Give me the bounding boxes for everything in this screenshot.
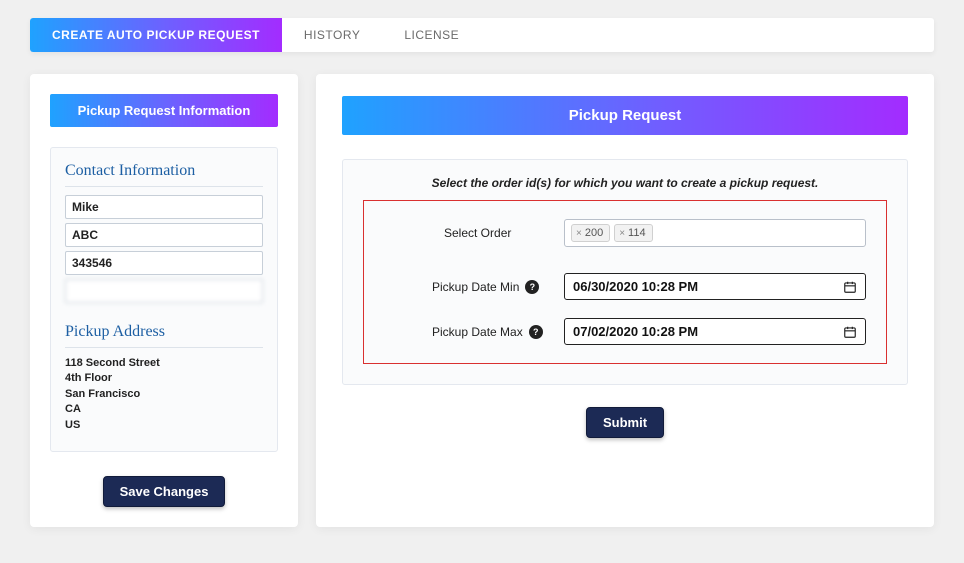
remove-tag-icon[interactable]: × [576,228,582,239]
tab-license[interactable]: LICENSE [382,18,481,52]
save-changes-button[interactable]: Save Changes [103,476,226,507]
help-icon[interactable]: ? [529,325,543,339]
sidebar-card: Pickup Request Information Contact Infor… [30,74,298,527]
address-line2: 4th Floor [65,371,263,386]
address-city: San Francisco [65,387,263,402]
order-tag[interactable]: ×114 [614,224,652,242]
contact-phone-input[interactable] [65,251,263,275]
select-order-label: Select Order [444,226,511,240]
main-banner: Pickup Request [342,96,908,135]
main-card: Pickup Request Select the order id(s) fo… [316,74,934,527]
calendar-icon[interactable] [843,325,857,339]
remove-tag-icon[interactable]: × [619,228,625,239]
instruction-text: Select the order id(s) for which you wan… [363,176,887,190]
submit-button[interactable]: Submit [586,407,664,438]
pickup-date-min-input[interactable]: 06/30/2020 10:28 PM [564,273,866,300]
tab-create-auto-pickup-request[interactable]: CREATE AUTO PICKUP REQUEST [30,18,282,52]
highlighted-form-area: Select Order ×200 ×114 Pickup Date Min ? [363,200,887,364]
pickup-date-min-value: 06/30/2020 10:28 PM [573,279,698,294]
contact-panel: Contact Information Pickup Address 118 S… [50,147,278,452]
tab-history[interactable]: HISTORY [282,18,382,52]
select-order-input[interactable]: ×200 ×114 [564,219,866,247]
address-country: US [65,418,263,433]
help-icon[interactable]: ? [525,280,539,294]
contact-name-input[interactable] [65,195,263,219]
form-panel: Select the order id(s) for which you wan… [342,159,908,385]
pickup-address-title: Pickup Address [65,323,263,341]
tab-bar: CREATE AUTO PICKUP REQUEST HISTORY LICEN… [30,18,934,52]
divider [65,347,263,348]
pickup-date-min-label: Pickup Date Min [432,280,519,294]
sidebar-banner: Pickup Request Information [50,94,278,127]
address-state: CA [65,402,263,417]
pickup-date-max-input[interactable]: 07/02/2020 10:28 PM [564,318,866,345]
pickup-date-max-label: Pickup Date Max [432,325,523,339]
address-line1: 118 Second Street [65,356,263,371]
contact-company-input[interactable] [65,223,263,247]
order-tag[interactable]: ×200 [571,224,610,242]
calendar-icon[interactable] [843,280,857,294]
pickup-date-max-value: 07/02/2020 10:28 PM [573,324,698,339]
divider [65,186,263,187]
contact-info-title: Contact Information [65,162,263,180]
contact-hidden-input [65,279,263,303]
